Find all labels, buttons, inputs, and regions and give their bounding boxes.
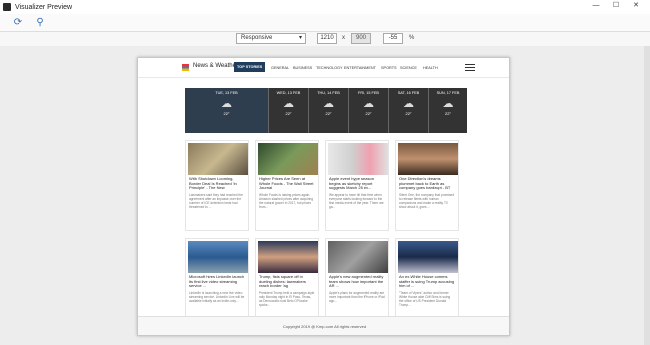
news-card[interactable]: With Shutdown Looming, Border Deal Is Re…	[185, 140, 249, 231]
close-button[interactable]: ✕	[626, 0, 646, 14]
news-desc: LinkedIn is launching a new live video s…	[189, 290, 245, 303]
rain-cloud-icon: ☁	[221, 98, 232, 110]
weather-strip: TUE, 13 FEB ☁ 22° WED, 13 FEB ☁ 22° THU,…	[185, 88, 467, 133]
news-image	[398, 143, 458, 175]
site-logo	[182, 64, 189, 71]
news-image	[188, 143, 248, 175]
news-image	[328, 241, 388, 273]
site-nav: News & Weather TOP STORIES GENERAL BUSIN…	[138, 58, 509, 78]
weather-day: SAT, 16 FEB ☁ 22°	[389, 88, 429, 133]
rain-cloud-icon: ☁	[442, 98, 454, 110]
news-image	[328, 143, 388, 175]
news-desc: "Team of Vipers" author and former White…	[399, 290, 451, 307]
weather-day: THU, 14 FEB ☁ 22°	[309, 88, 349, 133]
news-image	[398, 241, 458, 273]
title-bar: Visualizer Preview — ☐ ✕	[0, 0, 650, 14]
rain-cloud-icon: ☁	[403, 98, 414, 110]
device-select-value: Responsive	[241, 35, 273, 41]
minimize-button[interactable]: —	[586, 0, 606, 14]
chevron-down-icon: ▾	[298, 35, 302, 41]
news-title[interactable]: Microsoft hires LinkedIn launch its firs…	[189, 274, 245, 289]
weather-day: TUE, 13 FEB ☁ 22°	[185, 88, 269, 133]
toolbar: ⟳ ⚲	[0, 14, 650, 32]
news-desc: Whole Foods is raising prices again. Ama…	[259, 192, 314, 209]
nav-entertainment[interactable]: ENTERTAINMENT	[344, 66, 376, 70]
nav-technology[interactable]: TECHNOLOGY	[316, 66, 343, 70]
site-name: News & Weather	[193, 63, 238, 69]
percent-label: %	[409, 35, 415, 41]
weather-day-label: SAT, 16 FEB	[397, 91, 420, 95]
news-card[interactable]: Apple event hype season begins as sketch…	[325, 140, 389, 231]
weather-day-label: TUE, 13 FEB	[215, 91, 238, 95]
device-select[interactable]: Responsive ▾	[236, 33, 306, 44]
rain-cloud-icon: ☁	[363, 98, 374, 110]
width-input[interactable]: 1210	[317, 33, 337, 44]
viewport-controls: Responsive ▾ 1210 x 900 -55 %	[0, 32, 650, 46]
weather-day: WED, 13 FEB ☁ 22°	[269, 88, 309, 133]
nav-health[interactable]: HEALTH	[423, 66, 438, 70]
news-title[interactable]: An ex-White House comms staffer is suing…	[399, 274, 455, 289]
news-title[interactable]: Apple's new augmented reality team shows…	[329, 274, 385, 289]
news-title[interactable]: One Direction's dreams plummet back to E…	[399, 176, 455, 191]
refresh-icon[interactable]: ⟳	[11, 16, 25, 30]
rain-cloud-icon: ☁	[283, 98, 294, 110]
weather-temp: 22°	[365, 111, 372, 116]
weather-day: FRI, 15 FEB ☁ 22°	[349, 88, 389, 133]
news-desc: Lawmakers said they had reached the agre…	[189, 192, 243, 209]
news-image	[258, 241, 318, 273]
site-footer: Copyright 2019 @ Kmp.com All rights rese…	[138, 316, 509, 335]
zoom-input[interactable]: -55	[383, 33, 403, 44]
news-image	[188, 241, 248, 273]
weather-temp: 22°	[444, 111, 452, 116]
maximize-button[interactable]: ☐	[606, 0, 626, 14]
news-title[interactable]: With Shutdown Looming, Border Deal Is Re…	[189, 176, 245, 191]
weather-day-label: WED, 13 FEB	[276, 91, 301, 95]
nav-sports[interactable]: SPORTS	[381, 66, 397, 70]
pin-icon[interactable]: ⚲	[33, 16, 47, 30]
weather-day-label: THU, 14 FEB	[317, 91, 340, 95]
weather-temp: 22°	[223, 111, 230, 116]
window-title: Visualizer Preview	[15, 3, 73, 11]
rain-cloud-icon: ☁	[323, 98, 334, 110]
nav-business[interactable]: BUSINESS	[293, 66, 312, 70]
news-desc: Apple's plans for augmented reality are …	[329, 290, 385, 303]
weather-temp: 22°	[285, 111, 292, 116]
news-desc: We appear to have hit that time when eve…	[329, 192, 384, 209]
height-input[interactable]: 900	[351, 33, 371, 44]
weather-temp: 22°	[325, 111, 332, 116]
weather-day-label: SUN, 17 FEB	[436, 91, 460, 95]
weather-day-label: FRI, 15 FEB	[358, 91, 379, 95]
news-card[interactable]: Higher Prices Are Seen at Whole Foods - …	[255, 140, 319, 231]
nav-science[interactable]: SCIENCE	[400, 66, 417, 70]
news-desc: President Trump held a campaign-style ra…	[259, 290, 315, 307]
news-title[interactable]: Trump, fists square off in dueling dishe…	[259, 274, 315, 289]
preview-frame: News & Weather TOP STORIES GENERAL BUSIN…	[137, 57, 510, 336]
times-label: x	[342, 35, 345, 41]
news-title[interactable]: Higher Prices Are Seen at Whole Foods - …	[259, 176, 315, 191]
scrollbar[interactable]	[644, 46, 650, 345]
menu-icon[interactable]	[465, 64, 475, 71]
app-icon	[3, 3, 11, 11]
news-card[interactable]: One Direction's dreams plummet back to E…	[395, 140, 459, 231]
news-title[interactable]: Apple event hype season begins as sketch…	[329, 176, 385, 191]
nav-top-stories[interactable]: TOP STORIES	[234, 62, 266, 72]
weather-day: SUN, 17 FEB ☁ 22°	[429, 88, 467, 133]
nav-general[interactable]: GENERAL	[271, 66, 289, 70]
news-image	[258, 143, 318, 175]
weather-temp: 22°	[405, 111, 412, 116]
news-desc: Silent One, the company that promised to…	[399, 192, 455, 209]
